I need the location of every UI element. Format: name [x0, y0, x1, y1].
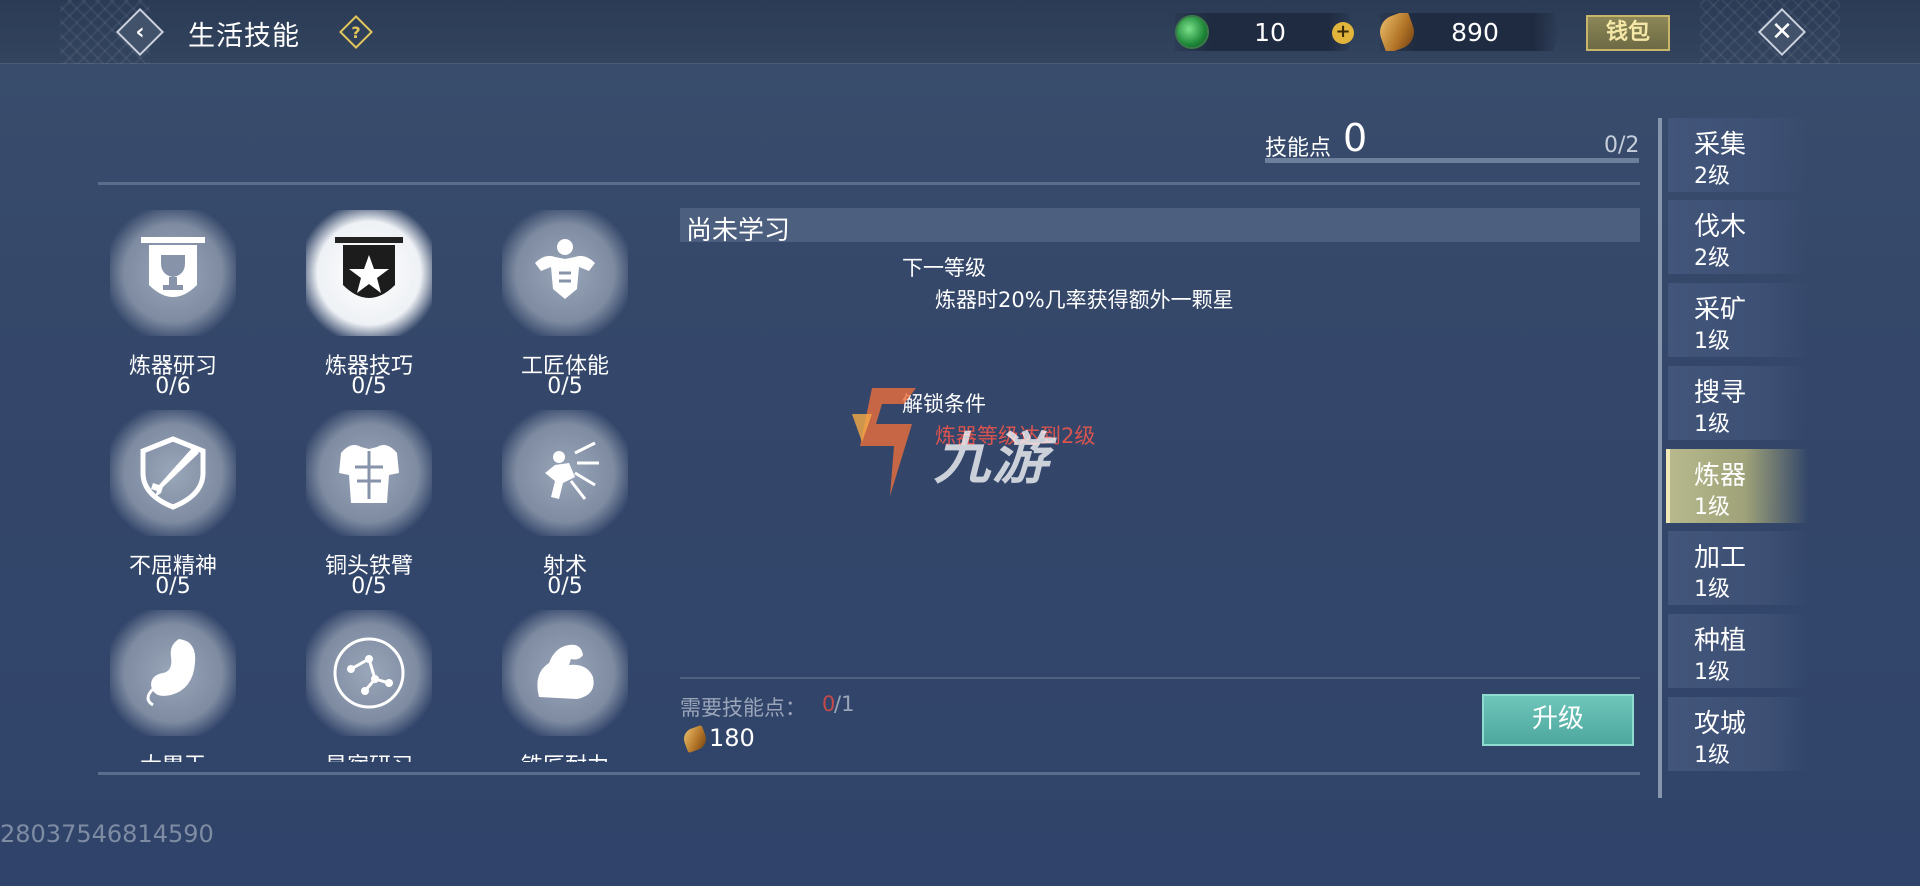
tab-level: 1级: [1694, 412, 1730, 437]
skill-card-refining-technique[interactable]: 炼器技巧 0/5: [294, 200, 444, 400]
skill-points-bar: [1265, 158, 1639, 163]
panel-divider-bottom: [98, 772, 1640, 775]
skill-name: 大胃王: [98, 748, 248, 762]
tab-logging[interactable]: 伐木 2级: [1668, 200, 1808, 274]
tab-level: 1级: [1694, 577, 1730, 602]
tab-siege[interactable]: 攻城 1级: [1668, 697, 1808, 771]
skill-icon-frame: [110, 410, 236, 536]
tab-level: 1级: [1694, 495, 1730, 520]
tab-level: 1级: [1694, 743, 1730, 768]
leaf-value: 890: [1451, 18, 1499, 47]
tab-label: 伐木: [1694, 212, 1747, 242]
tab-label: 采矿: [1694, 295, 1747, 325]
skill-card-refining-study[interactable]: 炼器研习 0/6: [98, 200, 248, 400]
skill-card-archery[interactable]: 射术 0/5: [490, 400, 640, 600]
tab-label: 采集: [1694, 130, 1747, 160]
tab-processing[interactable]: 加工 1级: [1668, 531, 1808, 605]
jade-value: 10: [1254, 18, 1286, 47]
muscle-torso-icon: [535, 239, 595, 299]
unlock-condition-text: 炼器等级达到2级: [935, 424, 1096, 448]
skill-level: 0/5: [351, 574, 387, 599]
tab-refining[interactable]: 炼器 1级: [1666, 449, 1808, 523]
jade-icon: [1175, 15, 1209, 49]
skill-card-craftsman-stamina[interactable]: 工匠体能 0/5: [490, 200, 640, 400]
detail-separator: [680, 677, 1640, 679]
flexed-arm-icon: [537, 644, 594, 699]
skill-icon-frame: [306, 610, 432, 736]
tab-level: 1级: [1694, 329, 1730, 354]
next-level-label: 下一等级: [902, 256, 986, 280]
skill-icon-frame: [502, 410, 628, 536]
chevron-left-icon: ‹: [135, 19, 145, 45]
player-uid: 28037546814590: [0, 820, 214, 848]
armor-icon: [339, 445, 399, 503]
wallet-button[interactable]: 钱包: [1586, 15, 1670, 51]
skill-card-big-eater[interactable]: 大胃王: [98, 600, 248, 762]
tab-label: 种植: [1694, 626, 1747, 656]
trophy-banner-icon: [141, 237, 205, 297]
tab-label: 炼器: [1694, 461, 1747, 491]
required-points-max: /1: [834, 692, 855, 716]
archery-icon: [545, 441, 599, 500]
skill-level: 0/5: [547, 574, 583, 599]
tab-label: 搜寻: [1694, 378, 1747, 408]
skill-card-iron-head-iron-arm[interactable]: 铜头铁臂 0/5: [294, 400, 444, 600]
tab-divider: [1658, 118, 1662, 798]
question-mark-icon: ?: [351, 22, 361, 42]
skill-icon-frame: [502, 610, 628, 736]
top-bar: ‹ 生活技能 ? 10 + 890 钱包 ✕: [0, 0, 1920, 64]
add-currency-button[interactable]: +: [1332, 22, 1354, 44]
back-button[interactable]: ‹: [115, 7, 165, 57]
tab-searching[interactable]: 搜寻 1级: [1668, 366, 1808, 440]
skill-level: 0/5: [547, 374, 583, 399]
skill-icon-frame: [306, 210, 432, 336]
tab-gathering[interactable]: 采集 2级: [1668, 118, 1808, 192]
skill-level: 0/5: [351, 374, 387, 399]
skill-card-blacksmith-endurance[interactable]: 铁匠耐力: [490, 600, 640, 762]
skill-points-value: 0: [1343, 116, 1368, 160]
star-banner-icon: [335, 237, 403, 298]
skill-level: 0/5: [155, 574, 191, 599]
stomach-icon: [146, 639, 196, 707]
unlock-condition-label: 解锁条件: [902, 392, 986, 416]
leaf-currency: 890: [1380, 13, 1560, 51]
panel-divider-top: [98, 182, 1640, 185]
skill-points-capacity: 0/2: [1604, 133, 1640, 158]
leaf-coin-icon: [1380, 13, 1419, 51]
skill-card-constellation-study[interactable]: 星宿研习: [294, 600, 444, 762]
upgrade-button[interactable]: 升级: [1482, 694, 1634, 746]
close-button[interactable]: ✕: [1757, 7, 1807, 57]
tab-mining[interactable]: 采矿 1级: [1668, 283, 1808, 357]
constellation-icon: [333, 637, 405, 709]
skill-card-indomitable-spirit[interactable]: 不屈精神 0/5: [98, 400, 248, 600]
skill-status: 尚未学习: [686, 216, 791, 246]
help-button[interactable]: ?: [339, 15, 373, 49]
skill-icon-frame: [306, 410, 432, 536]
page-title: 生活技能: [188, 21, 300, 52]
skill-name: 星宿研习: [294, 748, 444, 762]
tab-level: 2级: [1694, 246, 1730, 271]
next-level-description: 炼器时20%几率获得额外一颗星: [935, 288, 1234, 312]
upgrade-cost: 180: [709, 724, 755, 752]
close-icon: ✕: [1771, 17, 1793, 47]
tab-label: 加工: [1694, 543, 1747, 573]
required-points-label: 需要技能点：: [680, 696, 806, 720]
sword-shield-icon: [140, 436, 206, 510]
skill-grid: 炼器研习 0/6 炼器技巧 0/5 工匠体能 0/5 不屈精神 0/5 铜头铁臂…: [98, 200, 658, 762]
skill-name: 铁匠耐力: [490, 748, 640, 762]
tab-level: 1级: [1694, 660, 1730, 685]
tab-level: 2级: [1694, 164, 1730, 189]
skill-icon-frame: [110, 610, 236, 736]
skill-icon-frame: [502, 210, 628, 336]
skill-level: 0/6: [155, 374, 191, 399]
skill-icon-frame: [110, 210, 236, 336]
tab-label: 攻城: [1694, 709, 1747, 739]
tab-planting[interactable]: 种植 1级: [1668, 614, 1808, 688]
jade-currency: 10: [1175, 13, 1355, 51]
detail-header-bar: [680, 208, 1640, 242]
leaf-coin-icon: [680, 724, 710, 754]
